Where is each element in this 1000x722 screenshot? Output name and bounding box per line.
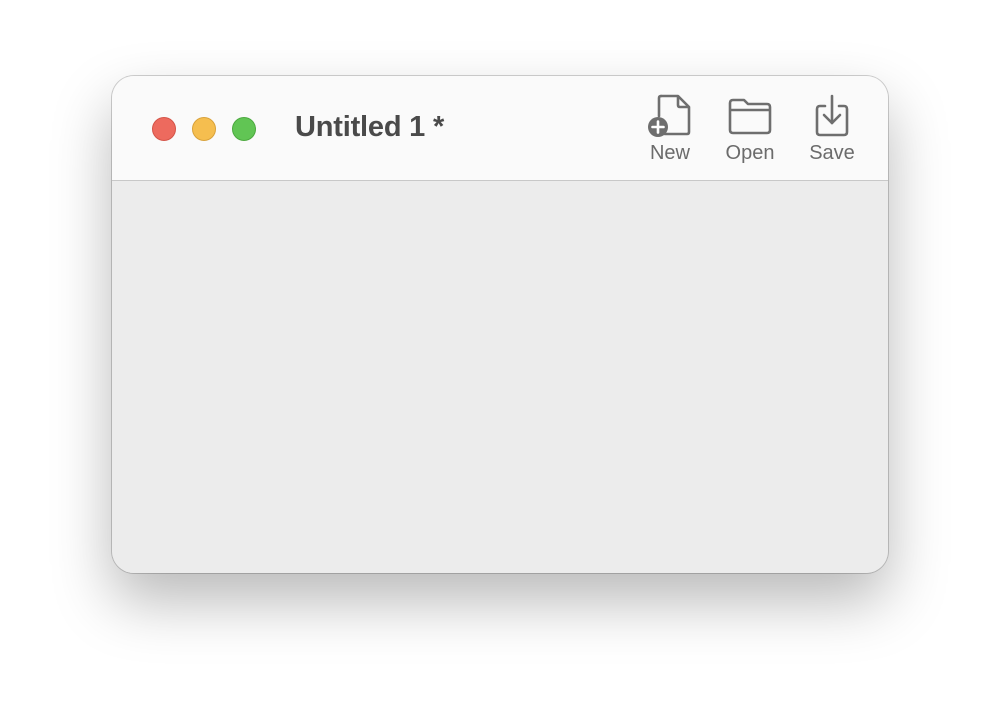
new-button[interactable]: New <box>642 94 698 165</box>
folder-icon <box>728 98 772 135</box>
save-button[interactable]: Save <box>802 94 862 165</box>
minimize-button[interactable] <box>192 117 216 141</box>
new-label: New <box>649 142 690 164</box>
save-label: Save <box>809 142 855 164</box>
zoom-button[interactable] <box>232 117 256 141</box>
new-document-icon <box>648 94 691 137</box>
app-window: Untitled 1 * New Open Save <box>112 76 888 573</box>
document-canvas[interactable] <box>112 181 888 573</box>
close-button[interactable] <box>152 117 176 141</box>
save-download-icon <box>815 94 849 137</box>
title-bar: Untitled 1 * New Open Save <box>112 76 888 181</box>
open-label: Open <box>725 142 775 164</box>
open-button[interactable]: Open <box>717 94 783 165</box>
window-title: Untitled 1 * <box>295 111 445 143</box>
